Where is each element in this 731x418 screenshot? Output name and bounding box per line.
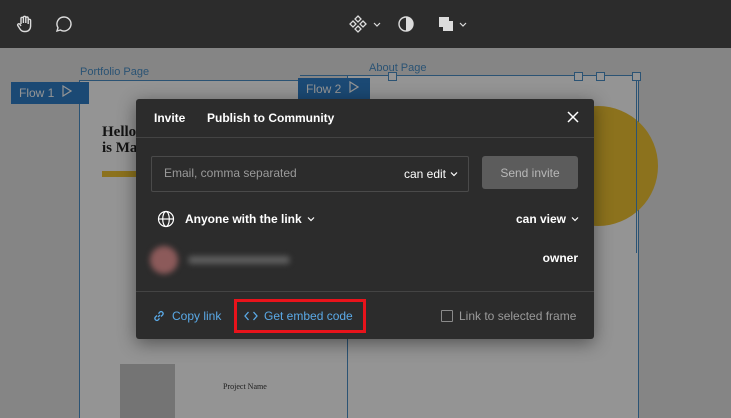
contrast-icon[interactable] <box>394 12 418 36</box>
link-access-dropdown[interactable]: Anyone with the link <box>185 212 315 226</box>
owner-role: owner <box>542 251 578 265</box>
checkbox-icon <box>441 310 453 322</box>
email-permission-dropdown[interactable]: can edit <box>404 167 458 181</box>
globe-icon <box>157 210 175 228</box>
copy-link-button[interactable]: Copy link <box>152 309 221 323</box>
modal-tabs: Invite Publish to Community <box>136 99 594 138</box>
chevron-down-icon <box>571 217 579 222</box>
link-selected-frame-label: Link to selected frame <box>459 309 577 323</box>
owner-user-info <box>144 244 294 276</box>
link-access-label: Anyone with the link <box>185 212 302 226</box>
modal-footer: Copy link Get embed code Link to selecte… <box>136 291 594 340</box>
tab-invite[interactable]: Invite <box>154 111 185 125</box>
chevron-down-icon <box>450 172 458 177</box>
tab-publish-community[interactable]: Publish to Community <box>207 111 334 125</box>
link-icon <box>154 310 164 322</box>
email-input[interactable] <box>164 166 384 180</box>
highlight-box <box>234 299 366 333</box>
link-permission-label: can view <box>515 212 566 226</box>
top-toolbar <box>0 0 731 48</box>
close-icon[interactable] <box>564 108 582 126</box>
share-modal: Invite Publish to Community can edit Sen… <box>136 99 594 339</box>
email-field-wrapper: can edit <box>151 156 469 192</box>
email-permission-label: can edit <box>403 167 446 181</box>
chevron-down-icon <box>307 217 315 222</box>
owner-name <box>188 256 290 264</box>
avatar <box>150 246 178 274</box>
send-invite-button[interactable]: Send invite <box>482 156 578 189</box>
boolean-icon[interactable] <box>436 12 472 36</box>
link-access-row: Anyone with the link can view <box>151 208 579 230</box>
comment-icon[interactable] <box>52 12 76 36</box>
hand-icon[interactable] <box>13 12 37 36</box>
copy-link-label: Copy link <box>172 309 222 323</box>
component-icon[interactable] <box>348 12 384 36</box>
link-permission-dropdown[interactable]: can view <box>516 212 579 226</box>
link-selected-frame-checkbox[interactable]: Link to selected frame <box>441 309 576 323</box>
